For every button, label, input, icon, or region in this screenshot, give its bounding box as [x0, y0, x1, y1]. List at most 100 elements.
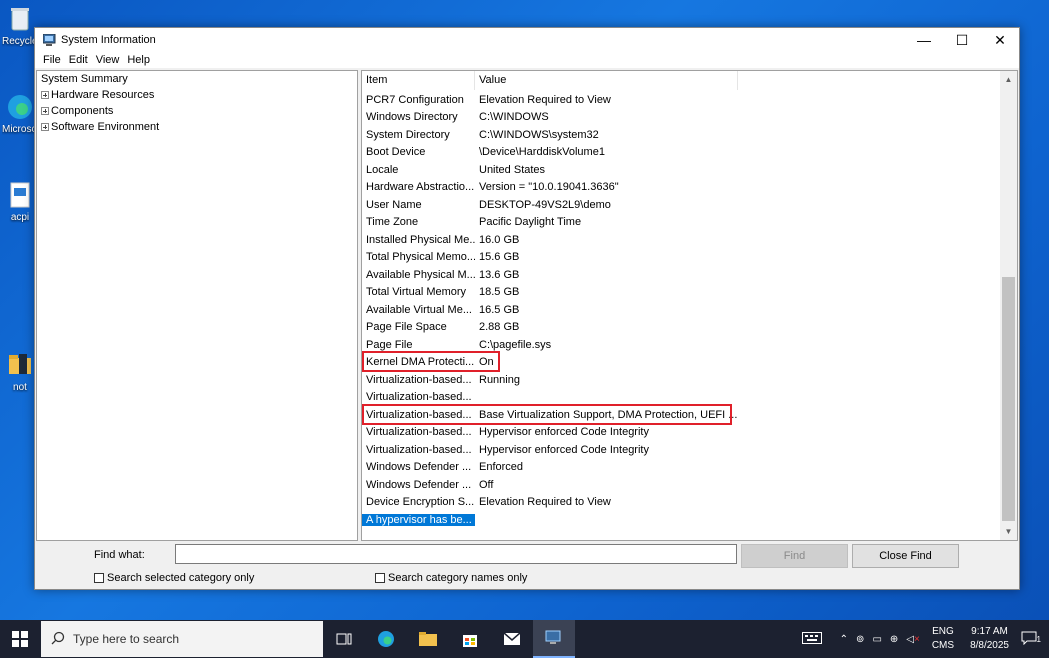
table-row[interactable]: Hardware Abstractio... Version = "10.0.19…: [362, 179, 1017, 197]
table-row[interactable]: Virtualization-based... Hypervisor enforc…: [362, 424, 1017, 442]
table-row[interactable]: Page File C:\pagefile.sys: [362, 336, 1017, 354]
table-row[interactable]: Windows Defender ... Off: [362, 476, 1017, 494]
desktop-icon-not[interactable]: not: [2, 350, 38, 393]
scroll-up-icon[interactable]: ▲: [1000, 71, 1017, 88]
desktop-icon-recycle-bin[interactable]: Recycle Bin: [2, 4, 38, 47]
menu-file[interactable]: File: [39, 54, 65, 66]
battery-icon[interactable]: ▭: [872, 634, 881, 645]
table-row[interactable]: Available Physical M... 13.6 GB: [362, 266, 1017, 284]
edge-taskbar-icon[interactable]: [365, 620, 407, 658]
network-icon[interactable]: ⊕: [890, 634, 898, 645]
row-value: Pacific Daylight Time: [479, 216, 582, 229]
menu-edit[interactable]: Edit: [65, 54, 92, 66]
notification-icon[interactable]: 1: [1021, 631, 1041, 648]
tree-item-label: System Summary: [41, 73, 128, 85]
language-indicator[interactable]: ENG CMS: [932, 625, 954, 653]
column-header-value[interactable]: Value: [475, 71, 738, 90]
checkbox-label: Search category names only: [388, 572, 528, 584]
expand-icon[interactable]: [41, 123, 49, 131]
table-row[interactable]: Virtualization-based... Base Virtualizati…: [362, 406, 1017, 424]
tree-item-hardware-resources[interactable]: Hardware Resources: [37, 87, 357, 103]
find-what-input[interactable]: [175, 544, 737, 564]
scrollbar-thumb[interactable]: [1002, 277, 1015, 521]
clock[interactable]: 9:17 AM 8/8/2025: [970, 625, 1009, 653]
table-row[interactable]: Kernel DMA Protecti... On: [362, 354, 1017, 372]
table-row[interactable]: Page File Space 2.88 GB: [362, 319, 1017, 337]
row-value: Base Virtualization Support, DMA Protect…: [479, 408, 737, 421]
title-bar[interactable]: System Information — ☐ ✕: [35, 28, 1019, 52]
tree-item-software-environment[interactable]: Software Environment: [37, 119, 357, 135]
row-value: \Device\HarddiskVolume1: [479, 146, 605, 159]
checkbox-box[interactable]: [375, 573, 385, 583]
row-item: User Name: [366, 198, 422, 211]
expand-icon[interactable]: [41, 107, 49, 115]
find-button[interactable]: Find: [741, 544, 848, 568]
microsoft-store-icon[interactable]: [449, 620, 491, 658]
start-button[interactable]: [0, 620, 40, 658]
table-row[interactable]: Time Zone Pacific Daylight Time: [362, 214, 1017, 232]
file-icon: [5, 180, 35, 210]
row-item: Available Physical M...: [366, 268, 475, 281]
desktop-icon-edge[interactable]: Microsoft Edge: [2, 92, 38, 135]
table-row[interactable]: PCR7 Configuration Elevation Required to …: [362, 91, 1017, 109]
search-icon: [51, 631, 65, 648]
scroll-down-icon[interactable]: ▼: [1000, 523, 1017, 540]
row-value: Version = "10.0.19041.3636": [479, 181, 619, 194]
keyboard-icon[interactable]: [801, 631, 822, 647]
table-row[interactable]: Virtualization-based...: [362, 389, 1017, 407]
vertical-scrollbar[interactable]: ▲ ▼: [1000, 71, 1017, 540]
desktop-icon-acpi[interactable]: acpi: [2, 180, 38, 223]
desktop-icon-label: acpi: [10, 212, 30, 223]
tree-item-components[interactable]: Components: [37, 103, 357, 119]
table-row[interactable]: System Directory C:\WINDOWS\system32: [362, 126, 1017, 144]
table-row[interactable]: A hypervisor has be...: [362, 511, 1017, 529]
table-row[interactable]: Installed Physical Me... 16.0 GB: [362, 231, 1017, 249]
row-value: Elevation Required to View: [479, 93, 611, 106]
chevron-up-icon[interactable]: ⌃: [840, 634, 848, 645]
system-information-taskbar-icon[interactable]: [533, 620, 575, 658]
row-value: Elevation Required to View: [479, 496, 611, 509]
row-value: On: [479, 356, 494, 369]
tray-app-icon[interactable]: ⊚: [856, 634, 864, 645]
row-item: Windows Defender ...: [366, 478, 472, 491]
row-item: Boot Device: [366, 146, 426, 159]
details-list: Item Value PCR7 Configuration Elevation R…: [361, 70, 1018, 541]
row-value: Enforced: [479, 461, 524, 474]
minimize-button[interactable]: —: [905, 28, 943, 52]
file-explorer-icon[interactable]: [407, 620, 449, 658]
close-button[interactable]: ✕: [981, 28, 1019, 52]
table-row[interactable]: Virtualization-based... Hypervisor enforc…: [362, 441, 1017, 459]
table-row[interactable]: Windows Defender ... Enforced: [362, 459, 1017, 477]
table-row[interactable]: Total Physical Memo... 15.6 GB: [362, 249, 1017, 267]
table-row[interactable]: Boot Device \Device\HarddiskVolume1: [362, 144, 1017, 162]
checkbox-box[interactable]: [94, 573, 104, 583]
search-selected-category-checkbox[interactable]: Search selected category only: [94, 572, 254, 584]
find-bar: Find what: Find Close Find Search select…: [36, 542, 1018, 588]
mail-icon[interactable]: [491, 620, 533, 658]
menu-help[interactable]: Help: [123, 54, 154, 66]
table-row[interactable]: Windows Directory C:\WINDOWS: [362, 109, 1017, 127]
table-row[interactable]: Device Encryption S... Elevation Required…: [362, 494, 1017, 512]
menu-view[interactable]: View: [92, 54, 124, 66]
tree-item-label: Software Environment: [51, 121, 160, 133]
expand-icon[interactable]: [41, 91, 49, 99]
volume-muted-icon[interactable]: ◁×: [906, 634, 920, 645]
desktop-icon-label: not: [13, 382, 27, 393]
row-value: C:\WINDOWS: [479, 111, 549, 124]
column-header-item[interactable]: Item: [362, 71, 475, 90]
row-item: Available Virtual Me...: [366, 303, 472, 316]
table-row[interactable]: Virtualization-based... Running: [362, 371, 1017, 389]
table-row[interactable]: Total Virtual Memory 18.5 GB: [362, 284, 1017, 302]
tree-item-system-summary[interactable]: System Summary: [37, 71, 357, 87]
task-view-icon[interactable]: [323, 620, 365, 658]
close-find-button[interactable]: Close Find: [852, 544, 959, 568]
taskbar-search-box[interactable]: Type here to search: [41, 621, 323, 657]
maximize-button[interactable]: ☐: [943, 28, 981, 52]
search-category-names-checkbox[interactable]: Search category names only: [375, 572, 527, 584]
row-value: United States: [479, 163, 546, 176]
table-row[interactable]: User Name DESKTOP-49VS2L9\demo: [362, 196, 1017, 214]
row-item: Locale: [366, 163, 399, 176]
table-row[interactable]: Available Virtual Me... 16.5 GB: [362, 301, 1017, 319]
table-row[interactable]: Locale United States: [362, 161, 1017, 179]
row-value: Running: [479, 373, 520, 386]
